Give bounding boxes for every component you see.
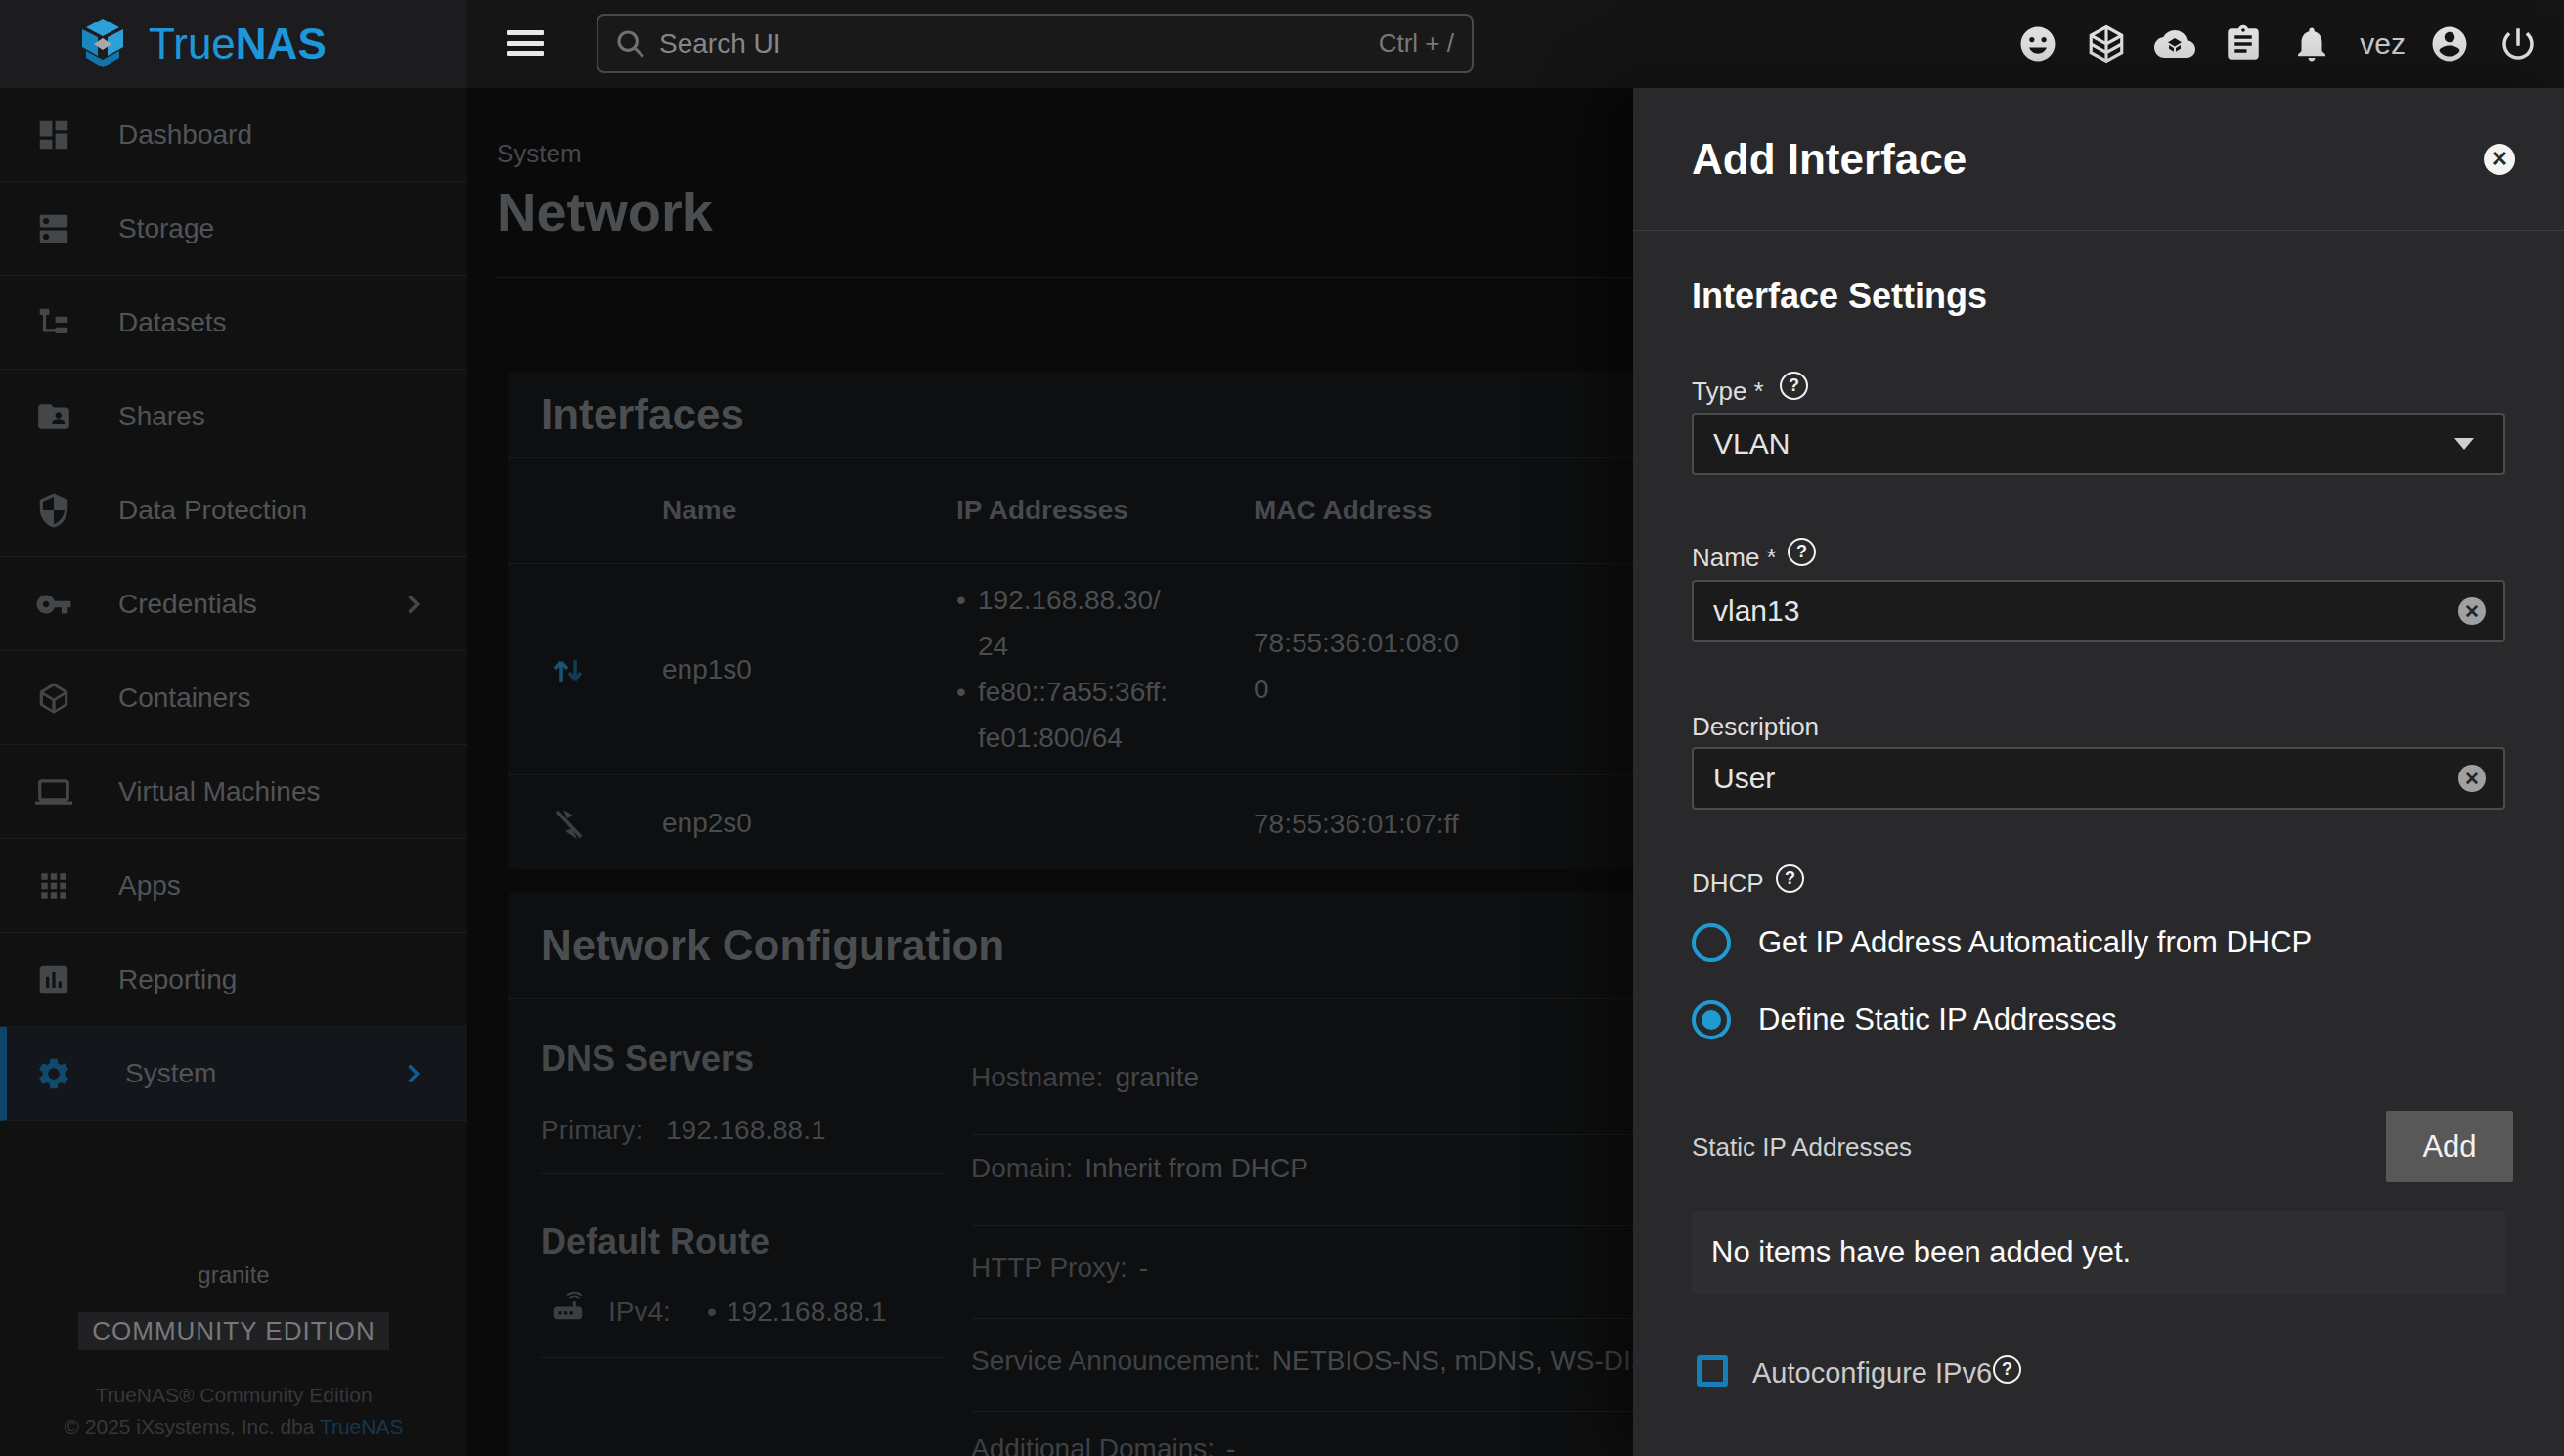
sidebar-item-containers[interactable]: Containers — [0, 651, 467, 745]
sidebar-item-credentials[interactable]: Credentials — [0, 557, 467, 651]
topbar: TrueNAS Search UI Ctrl + / vez — [0, 0, 2564, 88]
clear-icon[interactable]: ✕ — [2458, 597, 2486, 625]
search-shortcut: Ctrl + / — [1379, 28, 1454, 59]
sidebar-item-dashboard[interactable]: Dashboard — [0, 88, 467, 182]
type-label: Type * — [1692, 376, 1764, 407]
add-interface-panel: Add Interface ✕ Interface Settings Type … — [1633, 88, 2564, 1456]
autoconfigure-checkbox[interactable] — [1697, 1355, 1728, 1387]
sidebar-item-data-protection[interactable]: Data Protection — [0, 463, 467, 557]
footer-edition-line: TrueNAS® Community Edition — [0, 1384, 467, 1407]
interface-name: enp2s0 — [662, 808, 752, 839]
gear-icon — [35, 1055, 72, 1092]
jobs-icon[interactable] — [2221, 22, 2266, 66]
interface-down-icon — [548, 802, 591, 845]
sidebar-item-apps[interactable]: Apps — [0, 839, 467, 933]
search-placeholder: Search UI — [659, 28, 1379, 60]
description-input[interactable]: User ✕ — [1692, 747, 2505, 810]
hostname-row: Hostname:granite — [971, 1062, 1656, 1093]
autoconfigure-help-icon[interactable]: ? — [1993, 1355, 2021, 1384]
interface-settings-heading: Interface Settings — [1692, 276, 1987, 317]
footer-brand-link[interactable]: TrueNAS — [320, 1415, 404, 1437]
type-help-icon[interactable]: ? — [1780, 372, 1808, 400]
chevron-right-icon — [399, 1060, 426, 1087]
dns-primary-row: Primary: 192.168.88.1 — [541, 1115, 642, 1146]
notifications-bell-icon[interactable] — [2289, 22, 2334, 66]
dns-servers-heading: DNS Servers — [541, 1038, 754, 1080]
panel-title: Add Interface — [1692, 135, 1967, 184]
empty-list-message: No items have been added yet. — [1692, 1211, 2505, 1294]
dhcp-label: DHCP — [1692, 868, 1764, 899]
search-input[interactable]: Search UI Ctrl + / — [597, 14, 1474, 73]
edition-badge: COMMUNITY EDITION — [78, 1312, 389, 1350]
network-config-title: Network Configuration — [541, 921, 1004, 970]
name-help-icon[interactable]: ? — [1788, 538, 1816, 566]
http-proxy-row: HTTP Proxy:- — [971, 1253, 1656, 1284]
col-mac: MAC Address — [1254, 495, 1433, 526]
static-ips-label: Static IP Addresses — [1692, 1132, 1912, 1163]
autoconfigure-label: Autoconfigure IPv6 — [1752, 1357, 1992, 1390]
reporting-icon — [35, 961, 72, 998]
laptop-icon — [35, 773, 72, 811]
sidebar-item-system[interactable]: System — [0, 1027, 467, 1121]
shield-icon — [35, 492, 72, 529]
sidebar: Dashboard Storage Datasets Shares Data P… — [0, 88, 467, 1456]
type-select[interactable]: VLAN — [1692, 413, 2505, 475]
logo[interactable]: TrueNAS — [0, 0, 467, 88]
chevron-down-icon — [2454, 438, 2474, 450]
description-label: Description — [1692, 712, 1819, 742]
footer-copyright: © 2025 iXsystems, Inc. dba TrueNAS — [0, 1415, 467, 1438]
sidebar-item-reporting[interactable]: Reporting — [0, 933, 467, 1027]
interface-ips: 192.168.88.30/24 fe80::7a55:36ff:fe01:80… — [956, 577, 1170, 761]
sidebar-item-storage[interactable]: Storage — [0, 182, 467, 276]
page-title: Network — [497, 180, 713, 243]
chevron-right-icon — [399, 591, 426, 618]
storage-icon — [35, 210, 72, 247]
shares-icon — [35, 398, 72, 435]
sidebar-item-shares[interactable]: Shares — [0, 370, 467, 463]
sidebar-footer: granite COMMUNITY EDITION TrueNAS® Commu… — [0, 1261, 467, 1456]
clear-icon[interactable]: ✕ — [2458, 765, 2486, 792]
additional-domains-row: Additional Domains:- — [971, 1434, 1656, 1456]
col-ip: IP Addresses — [956, 495, 1128, 526]
add-button[interactable]: Add — [2386, 1111, 2513, 1182]
interface-mac: 78:55:36:01:07:ff — [1254, 800, 1474, 846]
sidebar-item-virtual-machines[interactable]: Virtual Machines — [0, 745, 467, 839]
breadcrumb[interactable]: System — [497, 139, 582, 169]
hostname: granite — [0, 1261, 467, 1289]
interface-up-icon — [548, 648, 591, 691]
apps-grid-icon — [35, 867, 72, 904]
truecommand-cloud-icon[interactable] — [2152, 22, 2197, 66]
datasets-icon — [35, 304, 72, 341]
user-avatar-icon[interactable] — [2427, 22, 2472, 66]
truenas-logo-icon — [70, 19, 135, 69]
power-icon[interactable] — [2496, 22, 2541, 66]
interfaces-card-title: Interfaces — [541, 390, 744, 439]
domain-row: Domain:Inherit from DHCP — [971, 1153, 1656, 1184]
close-icon[interactable]: ✕ — [2484, 144, 2515, 175]
dashboard-icon — [35, 116, 72, 154]
logo-text: TrueNAS — [149, 20, 327, 68]
search-icon — [614, 27, 647, 61]
truenas-status-icon[interactable] — [2084, 22, 2129, 66]
name-input[interactable]: vlan13 ✕ — [1692, 580, 2505, 642]
key-icon — [35, 586, 72, 623]
interface-name: enp1s0 — [662, 654, 752, 685]
default-route-heading: Default Route — [541, 1221, 770, 1262]
menu-toggle-button[interactable] — [507, 30, 544, 56]
interface-mac: 78:55:36:01:08:00 — [1254, 620, 1474, 712]
router-icon — [550, 1287, 587, 1324]
dhcp-help-icon[interactable]: ? — [1776, 864, 1804, 893]
feedback-icon[interactable] — [2015, 22, 2060, 66]
sidebar-item-datasets[interactable]: Datasets — [0, 276, 467, 370]
radio-dhcp-auto[interactable]: Get IP Address Automatically from DHCP — [1692, 923, 2312, 962]
username: vez — [2360, 27, 2406, 61]
radio-static-ip[interactable]: Define Static IP Addresses — [1692, 1000, 2116, 1039]
name-label: Name * — [1692, 543, 1777, 573]
containers-icon — [35, 680, 72, 717]
col-name: Name — [662, 495, 736, 526]
service-announcement-row: Service Announcement:NETBIOS-NS, mDNS, W… — [971, 1346, 1656, 1377]
